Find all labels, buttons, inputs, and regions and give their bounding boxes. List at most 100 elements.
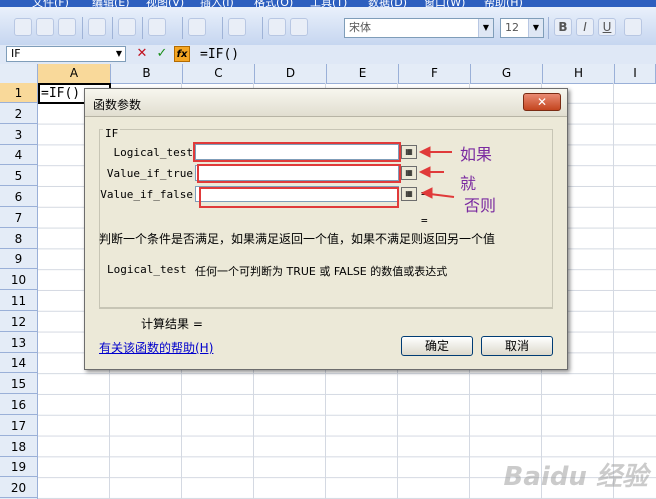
row-header-column: 1 2 3 4 5 6 7 8 9 10 11 12 13 14 15 16 1… (0, 83, 38, 499)
row-header[interactable]: 9 (0, 249, 37, 270)
cancel-button[interactable]: 取消 (481, 336, 553, 356)
annotation-then: 就 (460, 174, 477, 193)
arg-label-value-if-true: Value_if_true (106, 167, 193, 180)
underline-button[interactable]: U (598, 18, 616, 36)
toolbar-separator (142, 17, 143, 39)
row-header[interactable]: 10 (0, 270, 37, 291)
row-header[interactable]: 5 (0, 166, 37, 187)
chevron-down-icon[interactable]: ▼ (113, 47, 125, 61)
paste-icon[interactable] (148, 18, 166, 36)
dialog-title: 函数参数 (93, 98, 142, 112)
collapse-dialog-icon[interactable]: ▦ (401, 166, 417, 180)
highlight-box (193, 142, 401, 162)
chevron-down-icon[interactable]: ▼ (528, 19, 543, 37)
row-header[interactable]: 11 (0, 291, 37, 311)
toolbar-separator (82, 17, 83, 39)
undo-icon[interactable] (188, 18, 206, 36)
arrow-left-icon (418, 146, 452, 158)
formula-input[interactable]: =IF() (200, 45, 239, 64)
print-icon[interactable] (88, 18, 106, 36)
function-name: IF (103, 127, 121, 140)
name-box-value: IF (11, 47, 21, 60)
italic-button[interactable]: I (576, 18, 594, 36)
collapse-dialog-icon[interactable]: ▦ (401, 145, 417, 159)
spelling-icon[interactable] (118, 18, 136, 36)
watermark: Baidu 经验 (503, 462, 648, 492)
menu-bar: 文件(F) 编辑(E) 视图(V) 插入(I) 格式(O) 工具(T) 数据(D… (0, 0, 656, 9)
row-header[interactable]: 2 (0, 104, 37, 124)
function-arguments-dialog: 函数参数 ✕ IF Logical_test ▦ Value_if_true ▦… (84, 88, 568, 370)
row-header[interactable]: 16 (0, 395, 37, 415)
toolbar-separator (182, 17, 183, 39)
column-header-row: A B C D E F G H I (0, 64, 656, 84)
enter-icon[interactable]: ✓ (154, 46, 170, 62)
column-header[interactable]: D (255, 64, 327, 83)
arrow-left-icon (420, 187, 455, 199)
row-header[interactable]: 18 (0, 437, 37, 457)
collapse-dialog-icon[interactable]: ▦ (401, 187, 417, 201)
autosum-icon[interactable] (228, 18, 246, 36)
arg-label-logical-test: Logical_test (113, 146, 193, 159)
close-icon[interactable]: ✕ (523, 93, 561, 111)
column-header[interactable]: B (111, 64, 183, 83)
save-icon[interactable] (58, 18, 76, 36)
column-header[interactable]: I (615, 64, 656, 83)
arg-description-text: 任何一个可判断为 TRUE 或 FALSE 的数值或表达式 (195, 265, 448, 278)
insert-function-icon[interactable]: fx (174, 46, 190, 62)
annotation-arrows (418, 146, 455, 199)
arrow-left-icon (418, 166, 444, 178)
column-header[interactable]: G (471, 64, 543, 83)
row-header[interactable]: 8 (0, 229, 37, 249)
align-left-icon[interactable] (624, 18, 642, 36)
font-size-select[interactable]: 12 ▼ (500, 18, 544, 38)
chevron-down-icon[interactable]: ▼ (478, 19, 493, 37)
row-header[interactable]: 1 (0, 83, 37, 103)
font-size-value: 12 (505, 21, 519, 34)
row-header[interactable]: 3 (0, 125, 37, 145)
open-icon[interactable] (36, 18, 54, 36)
column-header[interactable]: C (183, 64, 255, 83)
column-header[interactable]: H (543, 64, 615, 83)
annotation-if: 如果 (460, 145, 493, 164)
function-help-link[interactable]: 有关该函数的帮助(H) (99, 339, 213, 356)
function-description: 判断一个条件是否满足，如果满足返回一个值，如果不满足则返回另一个值 (99, 232, 496, 246)
row-header[interactable]: 7 (0, 208, 37, 228)
column-header[interactable]: F (399, 64, 471, 83)
select-all-corner[interactable] (0, 64, 38, 83)
row-header[interactable]: 4 (0, 145, 37, 166)
font-name-select[interactable]: 宋体 ▼ (344, 18, 494, 38)
name-box[interactable]: IF ▼ (6, 46, 126, 62)
column-header[interactable]: E (327, 64, 399, 83)
row-header[interactable]: 20 (0, 478, 37, 499)
row-header[interactable]: 14 (0, 353, 37, 374)
annotation-else: 否则 (464, 196, 497, 215)
toolbar-separator (548, 17, 549, 39)
highlight-box (197, 164, 401, 183)
result-equals: = (421, 214, 428, 227)
row-header[interactable]: 17 (0, 416, 37, 436)
toolbar: 宋体 ▼ 12 ▼ B I U (0, 7, 656, 46)
formula-result: 计算结果 = (141, 317, 203, 331)
dialog-title-bar[interactable]: 函数参数 (85, 89, 567, 117)
divider (99, 307, 553, 308)
font-name-value: 宋体 (349, 21, 371, 34)
formula-bar: IF ▼ ✕ ✓ fx =IF() (0, 45, 656, 65)
row-header[interactable]: 19 (0, 457, 37, 478)
highlight-box (199, 187, 399, 208)
column-header[interactable]: A (38, 64, 111, 83)
row-header[interactable]: 13 (0, 333, 37, 353)
ok-button[interactable]: 确定 (401, 336, 473, 356)
toolbar-separator (112, 17, 113, 39)
row-header[interactable]: 15 (0, 374, 37, 395)
toolbar-separator (222, 17, 223, 39)
bold-button[interactable]: B (554, 18, 572, 36)
cancel-icon[interactable]: ✕ (134, 46, 150, 62)
row-header[interactable]: 6 (0, 187, 37, 207)
new-icon[interactable] (14, 18, 32, 36)
arg-description-name: Logical_test (107, 263, 187, 276)
help-icon[interactable] (290, 18, 308, 36)
arg-label-value-if-false: Value_if_false (100, 188, 193, 201)
row-header[interactable]: 12 (0, 312, 37, 332)
chart-icon[interactable] (268, 18, 286, 36)
toolbar-separator (262, 17, 263, 39)
